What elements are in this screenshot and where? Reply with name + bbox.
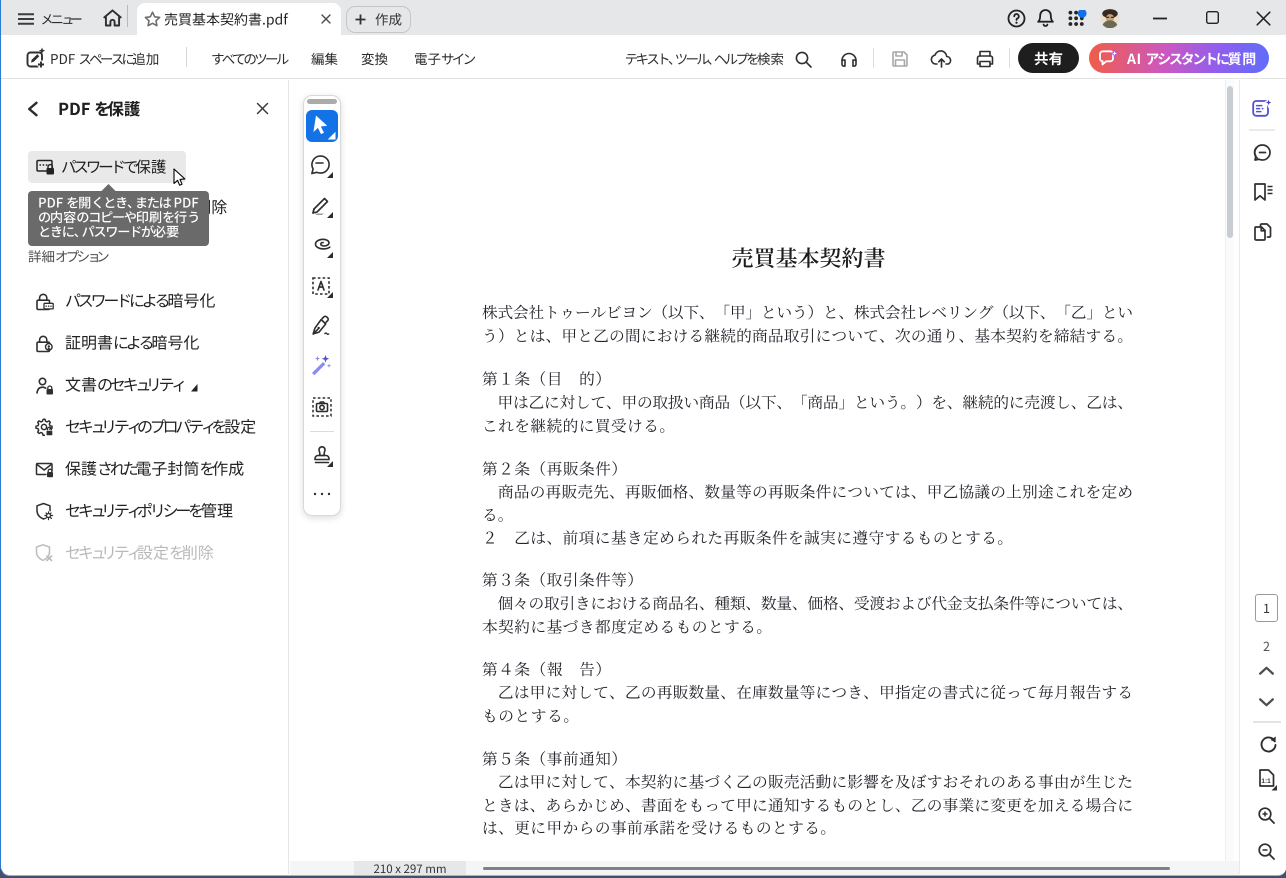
- svg-text:1:1: 1:1: [1261, 778, 1271, 785]
